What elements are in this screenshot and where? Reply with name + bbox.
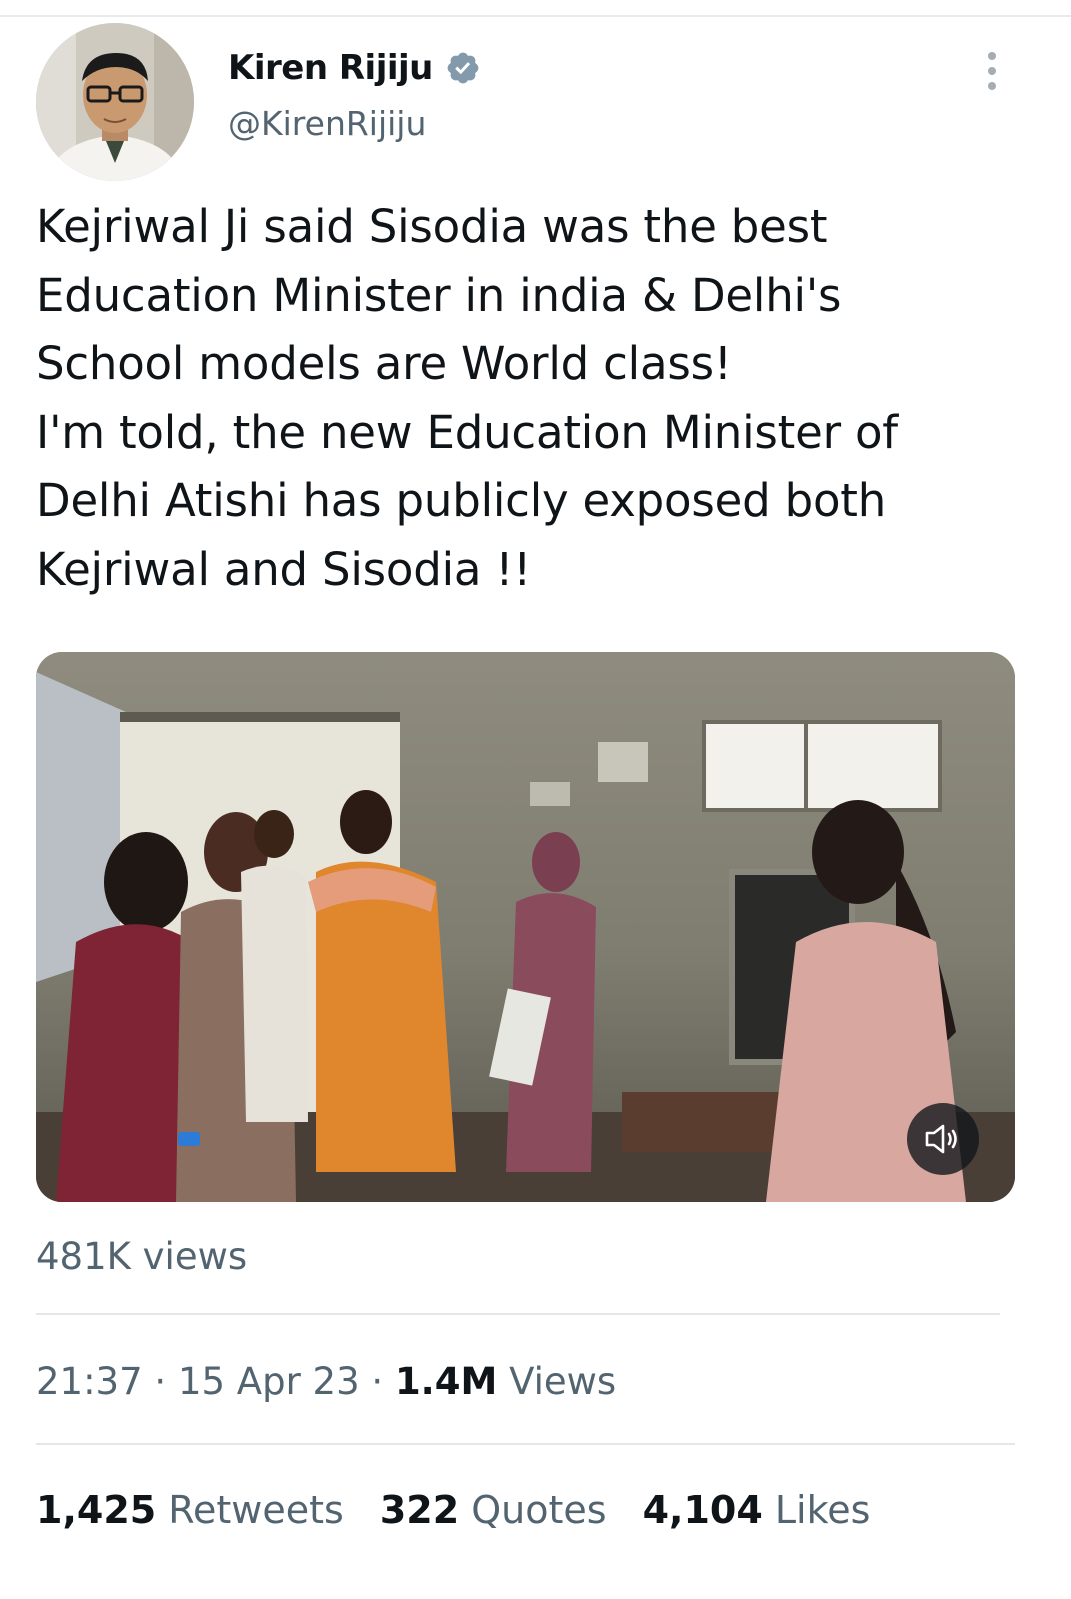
likes-count: 4,104 bbox=[642, 1488, 763, 1532]
quotes-label: Quotes bbox=[471, 1488, 607, 1532]
retweets-count: 1,425 bbox=[36, 1488, 157, 1532]
quotes-stat[interactable]: 322 Quotes bbox=[380, 1488, 607, 1532]
retweets-stat[interactable]: 1,425 Retweets bbox=[36, 1488, 344, 1532]
avatar[interactable] bbox=[36, 23, 194, 181]
author-name-row[interactable]: Kiren Rijiju bbox=[228, 48, 481, 88]
tweet-date[interactable]: 15 Apr 23 bbox=[178, 1360, 360, 1403]
tweet-meta: 21:37 · 15 Apr 23 · 1.4M Views bbox=[36, 1360, 616, 1403]
video-view-count: 481K views bbox=[36, 1235, 248, 1278]
tweet-text-line: Kejriwal and Sisodia !! bbox=[36, 542, 532, 596]
meta-separator: · bbox=[371, 1360, 384, 1403]
views-label: Views bbox=[509, 1360, 617, 1403]
mute-button[interactable] bbox=[907, 1103, 979, 1175]
top-divider bbox=[0, 15, 1071, 17]
engagement-stats: 1,425 Retweets 322 Quotes 4,104 Likes bbox=[36, 1488, 906, 1532]
speaker-muted-icon bbox=[925, 1124, 957, 1154]
video-player[interactable] bbox=[36, 652, 1015, 1202]
tweet-text-line: School models are World class! bbox=[36, 337, 732, 391]
verified-badge-icon bbox=[447, 52, 479, 84]
likes-label: Likes bbox=[774, 1488, 871, 1532]
tweet-text-line: Kejriwal Ji said Sisodia was the best bbox=[36, 200, 828, 253]
divider bbox=[36, 1443, 1015, 1445]
author-display-name[interactable]: Kiren Rijiju bbox=[228, 48, 433, 88]
tweet-text-line: Delhi Atishi has publicly exposed both bbox=[36, 474, 887, 528]
author-handle[interactable]: @KirenRijiju bbox=[228, 104, 426, 143]
divider bbox=[36, 1313, 1000, 1315]
tweet-text: Kejriwal Ji said Sisodia was the best Ed… bbox=[36, 193, 1036, 605]
quotes-count: 322 bbox=[379, 1488, 460, 1532]
retweets-label: Retweets bbox=[168, 1488, 344, 1532]
video-thumbnail bbox=[36, 652, 1015, 1202]
views-count: 1.4M bbox=[394, 1360, 498, 1403]
tweet-time[interactable]: 21:37 bbox=[36, 1360, 143, 1403]
tweet-text-line: Education Minister in india & Delhi's bbox=[36, 268, 842, 322]
profile-photo bbox=[36, 23, 194, 181]
more-options-icon[interactable] bbox=[978, 50, 1006, 94]
likes-stat[interactable]: 4,104 Likes bbox=[643, 1488, 871, 1532]
tweet-text-line: I'm told, the new Education Minister of bbox=[36, 405, 898, 459]
meta-separator: · bbox=[154, 1360, 167, 1403]
